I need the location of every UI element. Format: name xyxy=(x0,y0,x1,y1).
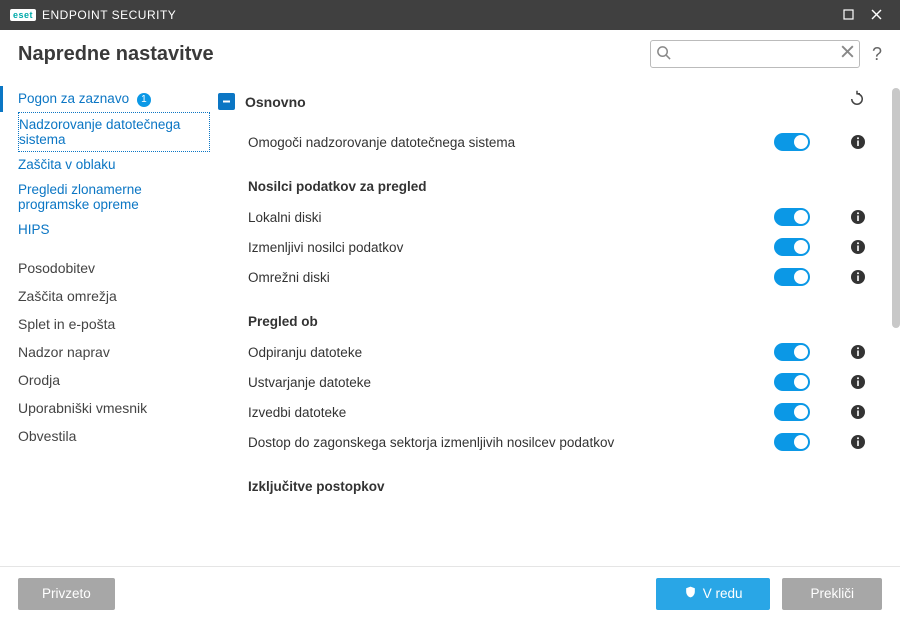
window-maximize-button[interactable] xyxy=(834,8,862,23)
sidebar-item-label: Posodobitev xyxy=(18,260,95,276)
main-panel: Osnovno Omogoči nadzorovanje datotečnega… xyxy=(210,78,900,566)
sidebar: Pogon za zaznavo 1 Nadzorovanje datotečn… xyxy=(0,78,210,566)
window-close-button[interactable] xyxy=(862,8,890,23)
info-icon[interactable] xyxy=(850,374,866,390)
collapse-toggle-icon[interactable] xyxy=(218,93,235,110)
sidebar-item-web-email[interactable]: Splet in e-pošta xyxy=(18,310,210,338)
default-button[interactable]: Privzeto xyxy=(18,578,115,610)
toggle-scan-boot-sector[interactable] xyxy=(774,433,810,451)
sidebar-item-device-control[interactable]: Nadzor naprav xyxy=(18,338,210,366)
info-icon[interactable] xyxy=(850,134,866,150)
section-title: Osnovno xyxy=(245,94,838,110)
setting-network-disks: Omrežni diski xyxy=(218,262,866,292)
setting-label: Lokalni diski xyxy=(248,210,774,225)
toggle-local-disks[interactable] xyxy=(774,208,810,226)
sidebar-item-cloud-protection[interactable]: Zaščita v oblaku xyxy=(18,152,210,177)
brand-badge: eset xyxy=(10,9,36,21)
subheading-scan-on: Pregled ob xyxy=(218,292,866,337)
help-button[interactable]: ? xyxy=(872,44,882,65)
setting-label: Odpiranju datoteke xyxy=(248,345,774,360)
page-title: Napredne nastavitve xyxy=(18,43,214,66)
sidebar-item-label: Nadzorovanje datotečnega sistema xyxy=(19,117,180,147)
setting-local-disks: Lokalni diski xyxy=(218,202,866,232)
sidebar-item-label: Orodja xyxy=(18,372,60,388)
toggle-scan-on-create[interactable] xyxy=(774,373,810,391)
info-icon[interactable] xyxy=(850,434,866,450)
info-icon[interactable] xyxy=(850,239,866,255)
sidebar-item-label: Zaščita omrežja xyxy=(18,288,117,304)
subheading-process-exclusions: Izključitve postopkov xyxy=(218,457,866,502)
ok-button-label: V redu xyxy=(703,586,743,601)
sidebar-item-label: Pogon za zaznavo xyxy=(18,91,129,106)
sidebar-item-label: Nadzor naprav xyxy=(18,344,110,360)
setting-label: Dostop do zagonskega sektorja izmenljivi… xyxy=(248,435,774,450)
setting-removable-media: Izmenljivi nosilci podatkov xyxy=(218,232,866,262)
subheading-media: Nosilci podatkov za pregled xyxy=(218,157,866,202)
toggle-removable-media[interactable] xyxy=(774,238,810,256)
sidebar-item-update[interactable]: Posodobitev xyxy=(18,254,210,282)
info-icon[interactable] xyxy=(850,344,866,360)
brand-text: ENDPOINT SECURITY xyxy=(42,8,176,22)
toggle-enable-filesystem-monitoring[interactable] xyxy=(774,133,810,151)
sidebar-item-label: Zaščita v oblaku xyxy=(18,157,116,172)
scrollbar[interactable] xyxy=(892,88,900,328)
titlebar: eset ENDPOINT SECURITY xyxy=(0,0,900,30)
sidebar-item-malware-scans[interactable]: Pregledi zlonamerne programske opreme xyxy=(18,177,210,217)
revert-icon[interactable] xyxy=(848,90,866,113)
setting-enable-filesystem-monitoring: Omogoči nadzorovanje datotečnega sistema xyxy=(218,127,866,157)
setting-scan-on-open: Odpiranju datoteke xyxy=(218,337,866,367)
search-input[interactable] xyxy=(650,40,860,68)
sidebar-item-label: Obvestila xyxy=(18,428,76,444)
sidebar-item-label: Pregledi zlonamerne programske opreme xyxy=(18,182,142,212)
toggle-network-disks[interactable] xyxy=(774,268,810,286)
sidebar-item-ui[interactable]: Uporabniški vmesnik xyxy=(18,394,210,422)
cancel-button[interactable]: Prekliči xyxy=(782,578,882,610)
brand: eset ENDPOINT SECURITY xyxy=(10,8,176,22)
sidebar-item-label: Splet in e-pošta xyxy=(18,316,115,332)
sidebar-item-label: HIPS xyxy=(18,222,50,237)
search-wrap xyxy=(650,40,860,68)
badge-count: 1 xyxy=(137,93,151,107)
clear-search-icon[interactable] xyxy=(841,45,854,61)
sidebar-item-label: Uporabniški vmesnik xyxy=(18,400,147,416)
setting-label: Omrežni diski xyxy=(248,270,774,285)
sidebar-item-filesystem-monitoring[interactable]: Nadzorovanje datotečnega sistema xyxy=(18,112,210,152)
setting-label: Omogoči nadzorovanje datotečnega sistema xyxy=(248,135,774,150)
toggle-scan-on-open[interactable] xyxy=(774,343,810,361)
setting-label: Izvedbi datoteke xyxy=(248,405,774,420)
setting-label: Izmenljivi nosilci podatkov xyxy=(248,240,774,255)
sidebar-item-notifications[interactable]: Obvestila xyxy=(18,422,210,450)
info-icon[interactable] xyxy=(850,209,866,225)
toggle-scan-on-execute[interactable] xyxy=(774,403,810,421)
info-icon[interactable] xyxy=(850,404,866,420)
header: Napredne nastavitve ? xyxy=(0,30,900,78)
sidebar-item-hips[interactable]: HIPS xyxy=(18,217,210,242)
setting-scan-boot-sector: Dostop do zagonskega sektorja izmenljivi… xyxy=(218,427,866,457)
sidebar-item-tools[interactable]: Orodja xyxy=(18,366,210,394)
setting-scan-on-create: Ustvarjanje datoteke xyxy=(218,367,866,397)
setting-scan-on-execute: Izvedbi datoteke xyxy=(218,397,866,427)
sidebar-item-network-protection[interactable]: Zaščita omrežja xyxy=(18,282,210,310)
shield-icon xyxy=(684,585,697,602)
sidebar-item-detection-engine[interactable]: Pogon za zaznavo 1 xyxy=(0,86,210,112)
footer: Privzeto V redu Prekliči xyxy=(0,566,900,620)
ok-button[interactable]: V redu xyxy=(656,578,771,610)
info-icon[interactable] xyxy=(850,269,866,285)
setting-label: Ustvarjanje datoteke xyxy=(248,375,774,390)
section-header: Osnovno xyxy=(218,86,866,127)
